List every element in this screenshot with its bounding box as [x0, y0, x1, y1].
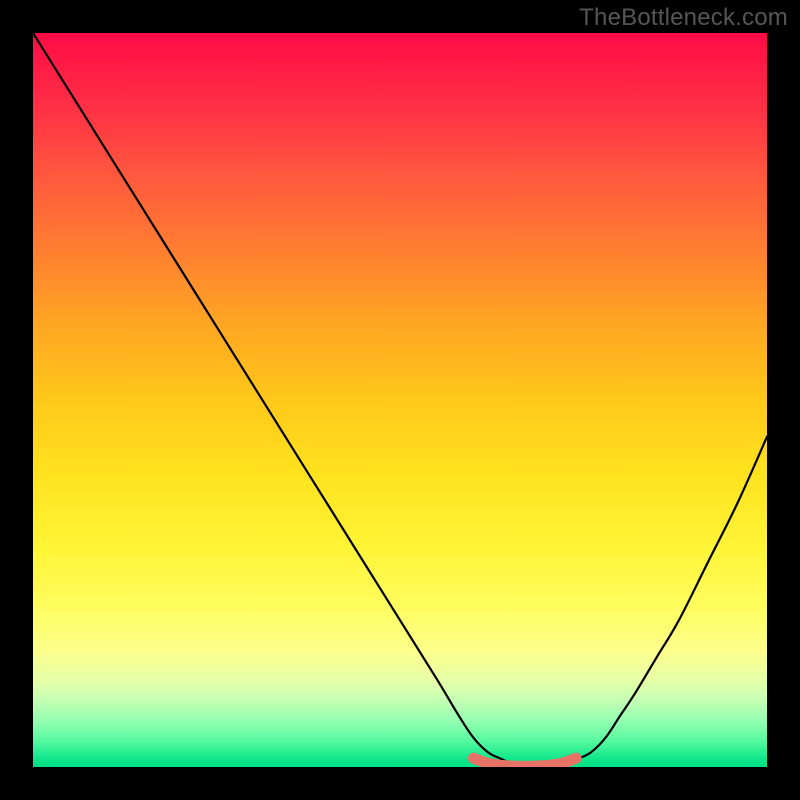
chart-stage: TheBottleneck.com: [0, 0, 800, 800]
watermark-text: TheBottleneck.com: [579, 4, 788, 32]
bottleneck-curve: [33, 33, 767, 767]
plot-area: [33, 33, 767, 767]
optimal-marker: [473, 758, 576, 766]
chart-svg: [33, 33, 767, 767]
